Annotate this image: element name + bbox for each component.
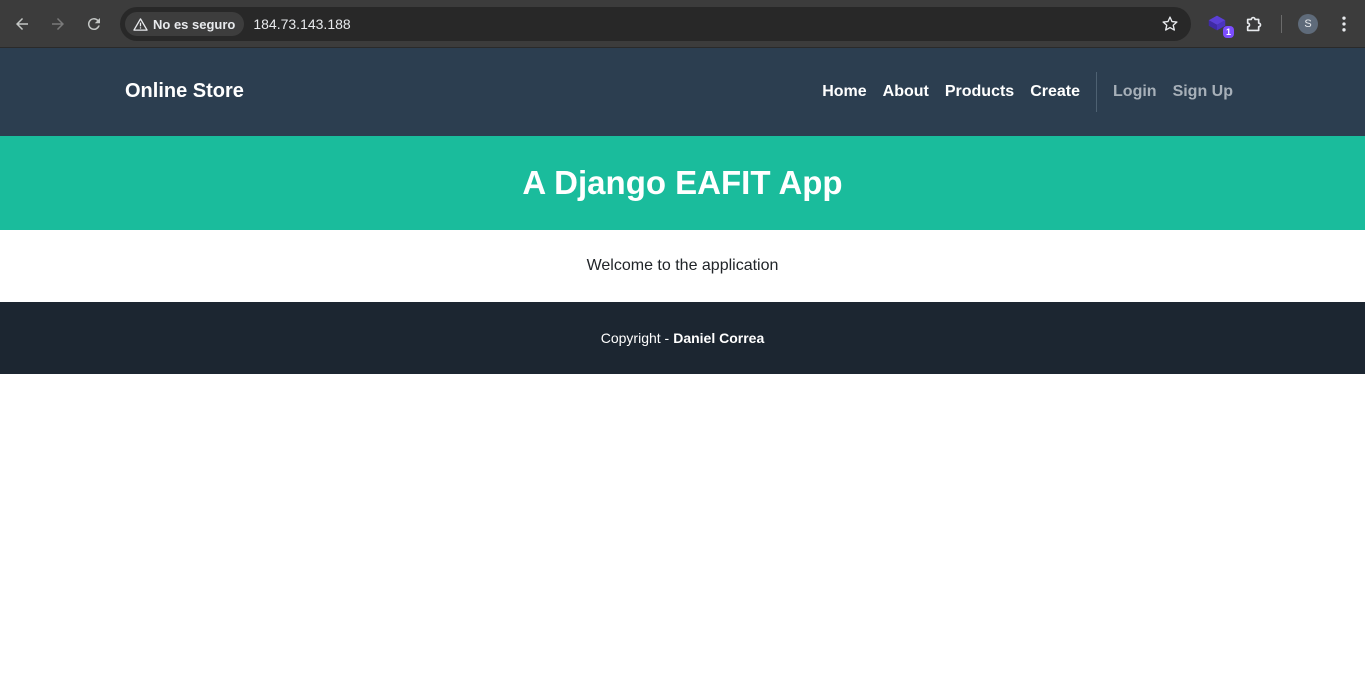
extension-button[interactable]: 1 xyxy=(1206,12,1234,38)
nav-signup[interactable]: Sign Up xyxy=(1173,83,1233,101)
nav-home[interactable]: Home xyxy=(822,83,866,101)
nav-login[interactable]: Login xyxy=(1113,83,1157,101)
kebab-menu-icon[interactable] xyxy=(1334,14,1354,34)
reload-button[interactable] xyxy=(80,10,108,38)
profile-avatar[interactable]: S xyxy=(1298,14,1318,34)
nav-products[interactable]: Products xyxy=(945,83,1014,101)
toolbar-divider xyxy=(1281,15,1282,33)
hero-title: A Django EAFIT App xyxy=(522,164,843,201)
security-label: No es seguro xyxy=(153,16,236,32)
brand-link[interactable]: Online Store xyxy=(125,80,244,103)
security-chip[interactable]: No es seguro xyxy=(125,12,245,36)
address-bar[interactable]: No es seguro 184.73.143.188 xyxy=(120,7,1191,41)
star-icon[interactable] xyxy=(1161,15,1179,33)
nav-divider xyxy=(1096,72,1098,112)
site-navbar: Online Store Home About Products Create … xyxy=(0,48,1365,136)
hero-banner: A Django EAFIT App xyxy=(0,136,1365,230)
warning-icon xyxy=(133,17,148,31)
url-text[interactable]: 184.73.143.188 xyxy=(253,16,350,32)
main-content: Welcome to the application xyxy=(0,230,1365,302)
nav-links: Home About Products Create Login Sign Up xyxy=(822,72,1233,112)
extension-badge: 1 xyxy=(1222,26,1234,38)
nav-about[interactable]: About xyxy=(883,83,929,101)
back-icon xyxy=(16,18,28,30)
reload-icon xyxy=(87,18,100,31)
back-button[interactable] xyxy=(8,10,36,38)
browser-toolbar: No es seguro 184.73.143.188 1 S xyxy=(0,0,1365,48)
welcome-text: Welcome to the application xyxy=(586,257,779,274)
nav-create[interactable]: Create xyxy=(1030,83,1080,101)
forward-icon xyxy=(52,18,64,30)
footer: Copyright - Daniel Correa xyxy=(0,302,1365,374)
forward-button[interactable] xyxy=(44,10,72,38)
puzzle-icon[interactable] xyxy=(1244,13,1266,35)
footer-author: Daniel Correa xyxy=(673,330,765,346)
footer-prefix: Copyright - xyxy=(600,330,670,346)
